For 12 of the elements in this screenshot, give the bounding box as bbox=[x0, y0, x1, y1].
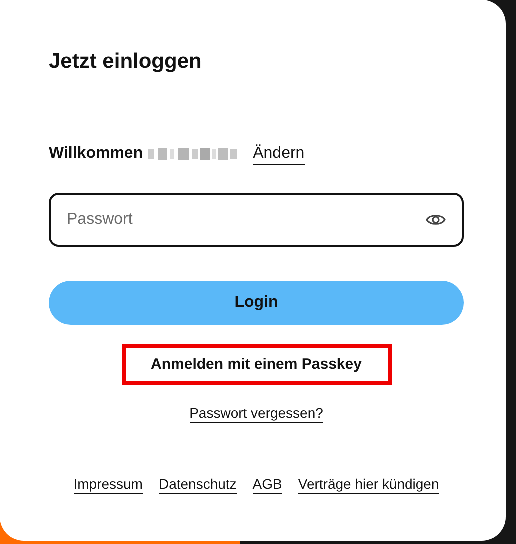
welcome-text: Willkommen bbox=[49, 145, 144, 163]
password-field[interactable]: Passwort bbox=[49, 193, 464, 247]
change-link[interactable]: Ändern bbox=[253, 144, 305, 164]
forgot-password-link[interactable]: Passwort vergessen? bbox=[190, 404, 324, 423]
footer-link[interactable]: Impressum bbox=[74, 475, 143, 494]
login-button[interactable]: Login bbox=[49, 281, 464, 325]
footer-link[interactable]: Datenschutz bbox=[158, 475, 237, 494]
eye-icon[interactable] bbox=[426, 213, 446, 227]
footer-link[interactable]: AGB bbox=[252, 475, 282, 494]
footer-link[interactable]: Verträge hier kündigen bbox=[298, 475, 440, 494]
passkey-button[interactable]: Anmelden mit einem Passkey bbox=[122, 344, 392, 385]
page-title: Jetzt einloggen bbox=[49, 49, 203, 75]
